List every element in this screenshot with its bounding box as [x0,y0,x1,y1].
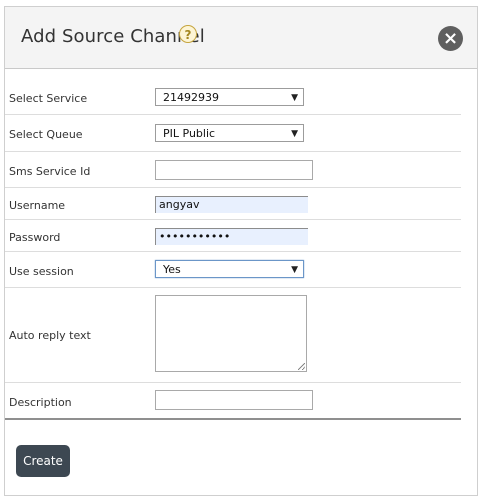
use-session-value: Yes [163,263,181,276]
description-label: Description [9,396,72,409]
select-queue-value: PIL Public [163,127,216,140]
chevron-down-icon: ▼ [291,129,298,139]
dialog-title: Add Source Channel [21,26,205,47]
username-input[interactable]: angyav [155,196,308,213]
select-queue-label: Select Queue [9,128,83,141]
sms-service-id-input[interactable] [155,160,313,180]
resize-grip-icon[interactable] [298,363,305,370]
create-button[interactable]: Create [16,445,70,477]
password-label: Password [9,231,61,244]
form-row-username: Username angyav [5,188,461,220]
help-icon[interactable]: ? [179,25,197,43]
username-label: Username [9,199,66,212]
form-row-password: Password ••••••••••• [5,220,461,252]
form-row-auto-reply-text: Auto reply text [5,288,461,383]
chevron-down-icon: ▼ [291,93,298,103]
form-row-select-queue: Select Queue PIL Public ▼ [5,115,461,152]
select-service-value: 21492939 [163,91,219,104]
use-session-label: Use session [9,265,74,278]
form-row-sms-service-id: Sms Service Id [5,152,461,188]
select-service-label: Select Service [9,92,88,105]
close-icon[interactable]: × [438,26,463,51]
form-row-select-service: Select Service 21492939 ▼ [5,80,461,115]
use-session-dropdown[interactable]: Yes ▼ [155,260,304,278]
password-input[interactable]: ••••••••••• [155,228,308,245]
auto-reply-text-label: Auto reply text [9,329,91,342]
form-row-use-session: Use session Yes ▼ [5,252,461,288]
select-service-dropdown[interactable]: 21492939 ▼ [155,88,304,106]
sms-service-id-label: Sms Service Id [9,165,91,178]
form-row-description: Description [5,383,461,420]
auto-reply-text-textarea[interactable] [155,295,307,372]
chevron-down-icon: ▼ [291,265,298,275]
description-input[interactable] [155,390,313,410]
add-source-channel-dialog: Add Source Channel ? × Select Service 21… [4,6,478,496]
dialog-header: Add Source Channel ? × [5,7,477,69]
select-queue-dropdown[interactable]: PIL Public ▼ [155,124,304,142]
